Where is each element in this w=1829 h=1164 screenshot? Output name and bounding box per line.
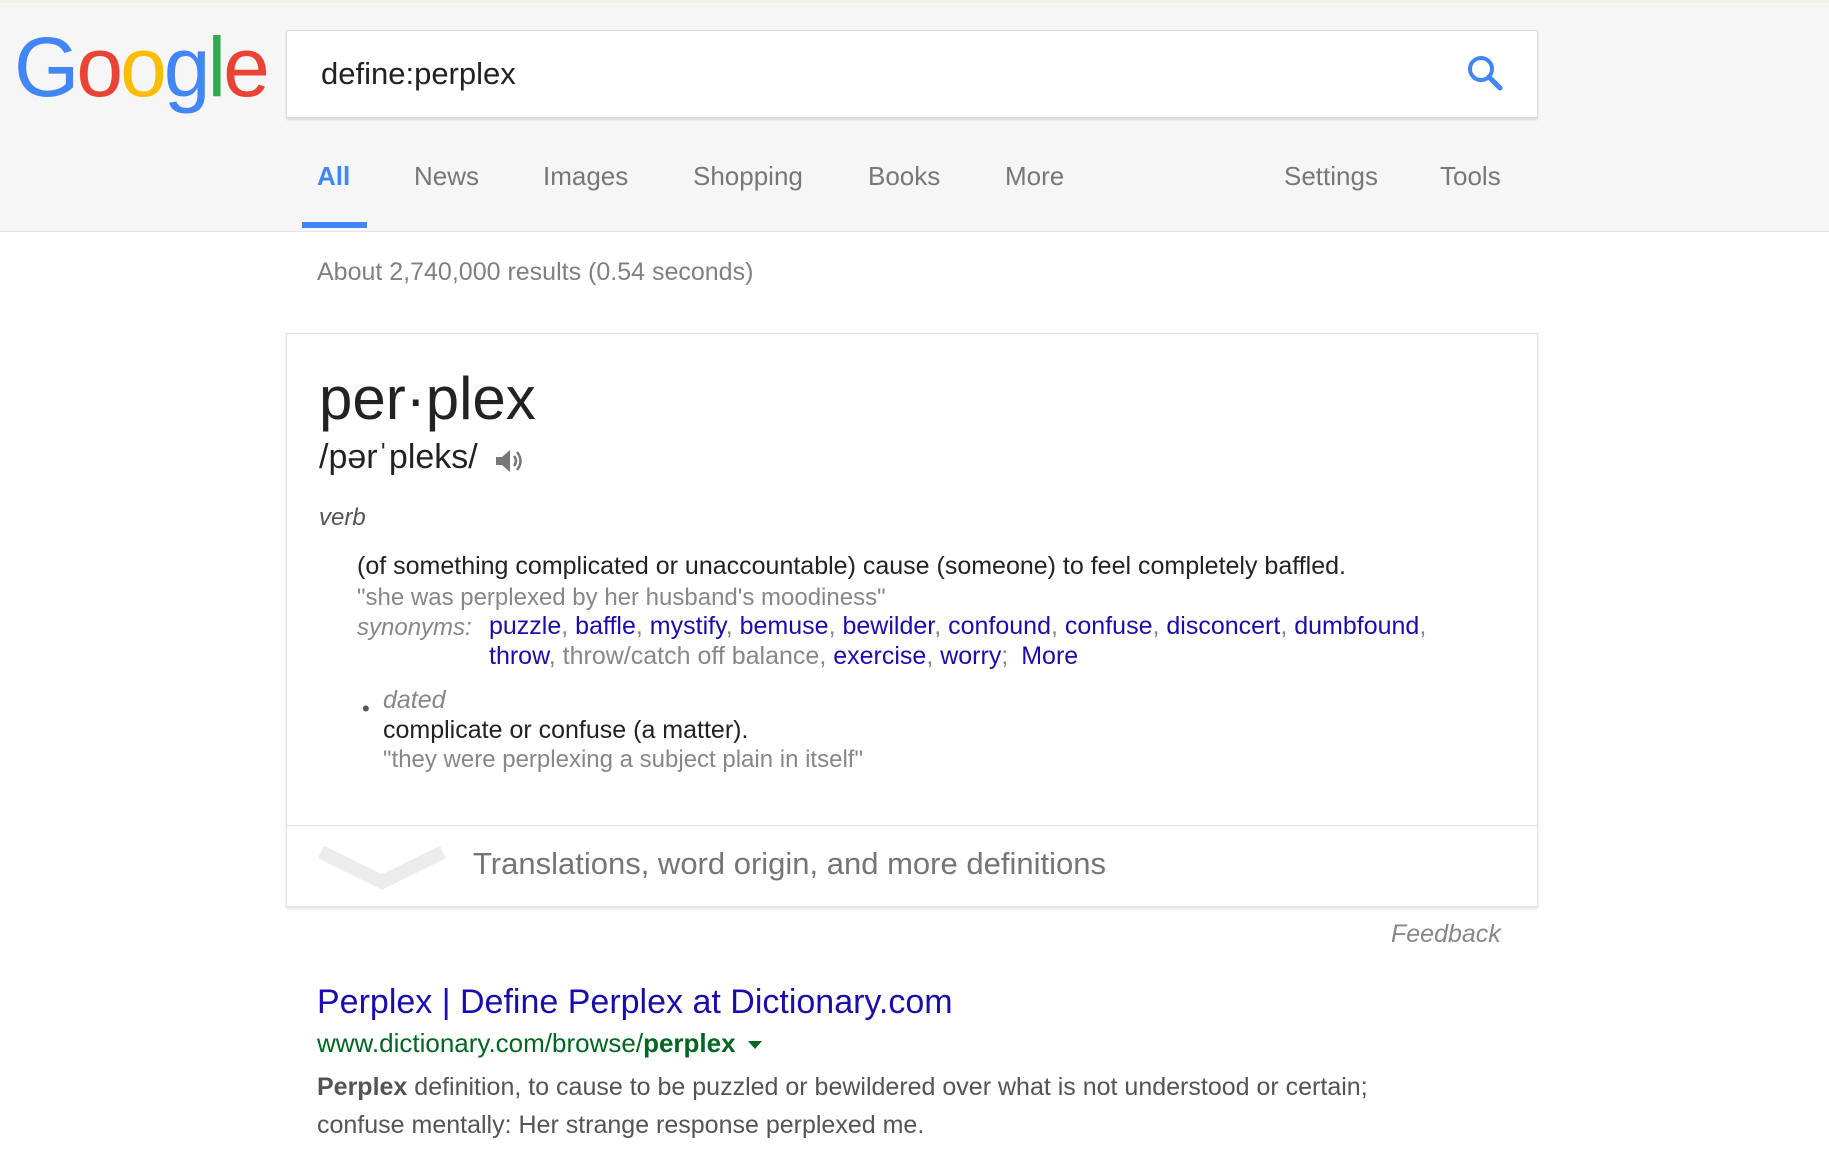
synonym-link[interactable]: throw	[489, 642, 549, 670]
result-snippet-line-1: Perplex definition, to cause to be puzzl…	[317, 1073, 1368, 1102]
definition-1: (of something complicated or unaccountab…	[357, 552, 1346, 580]
synonym-separator: ,	[635, 612, 650, 640]
tab-news[interactable]: News	[414, 161, 479, 192]
result-snippet-line-2: confuse mentally: Her strange response p…	[317, 1111, 925, 1139]
result-url: www.dictionary.com/browse/perplex	[317, 1028, 762, 1059]
more-definitions-label: Translations, word origin, and more defi…	[473, 846, 1106, 881]
synonym-text: throw/catch off balance	[562, 642, 820, 670]
synonym-separator: ,	[934, 612, 949, 640]
example-1: "she was perplexed by her husband's mood…	[357, 584, 886, 611]
example-2: "they were perplexing a subject plain in…	[383, 746, 863, 773]
search-button[interactable]	[1463, 51, 1509, 97]
synonym-separator: ;	[1001, 642, 1016, 670]
synonym-separator: ,	[819, 642, 834, 670]
search-input[interactable]	[319, 49, 1423, 99]
synonym-link[interactable]: confuse	[1065, 612, 1153, 640]
headword: per·plex	[319, 365, 536, 432]
synonyms-line-2: throw, throw/catch off balance, exercise…	[489, 642, 1078, 671]
pronunciation-button[interactable]	[493, 446, 527, 476]
caret-down-icon[interactable]	[747, 1041, 762, 1050]
synonym-link[interactable]: worry	[940, 642, 1001, 670]
synonym-link[interactable]: exercise	[833, 642, 926, 670]
dictionary-card: per·plex /pərˈpleks/ verb (of something …	[286, 333, 1538, 907]
synonym-separator: ,	[548, 642, 563, 670]
synonym-separator: ,	[561, 612, 576, 640]
tab-settings[interactable]: Settings	[1284, 161, 1378, 192]
snippet-keyword: Perplex	[317, 1073, 408, 1101]
speaker-icon	[496, 450, 522, 472]
synonym-separator: ,	[828, 612, 843, 640]
snippet-text: definition, to cause to be puzzled or be…	[407, 1073, 1368, 1101]
synonym-link[interactable]: bemuse	[740, 612, 829, 640]
result-url-bold: perplex	[643, 1028, 736, 1058]
chevron-down-icon	[317, 845, 447, 890]
search-icon	[1468, 56, 1503, 91]
register-label: dated	[383, 686, 446, 714]
synonym-separator: ,	[926, 642, 941, 670]
synonym-separator: ,	[1419, 612, 1427, 640]
synonym-separator: ,	[1051, 612, 1065, 640]
google-logo[interactable]: Google	[14, 25, 270, 109]
synonym-link[interactable]: mystify	[650, 612, 726, 640]
feedback-link[interactable]: Feedback	[1391, 920, 1501, 949]
tab-more[interactable]: More	[1005, 161, 1064, 192]
synonym-link[interactable]: puzzle	[489, 612, 561, 640]
part-of-speech: verb	[319, 504, 366, 531]
header: Google All News Images Shopping Books Mo…	[0, 3, 1829, 232]
tab-tools[interactable]: Tools	[1440, 161, 1501, 192]
definition-2: complicate or confuse (a matter).	[383, 716, 749, 744]
synonyms-label: synonyms:	[357, 614, 472, 641]
more-synonyms-link[interactable]: More	[1021, 642, 1078, 670]
synonym-link[interactable]: confound	[948, 612, 1051, 640]
synonym-separator: ,	[725, 612, 740, 640]
synonyms-line-1: puzzle, baffle, mystify, bemuse, bewilde…	[489, 612, 1426, 641]
result-title-link[interactable]: Perplex | Define Perplex at Dictionary.c…	[317, 983, 953, 1022]
tab-shopping[interactable]: Shopping	[693, 161, 803, 192]
synonym-separator: ,	[1152, 612, 1167, 640]
tab-all[interactable]: All	[317, 161, 350, 192]
tab-images[interactable]: Images	[543, 161, 628, 192]
synonym-separator: ,	[1280, 612, 1295, 640]
result-stats: About 2,740,000 results (0.54 seconds)	[317, 258, 754, 286]
search-box	[286, 30, 1538, 118]
tab-books[interactable]: Books	[868, 161, 940, 192]
active-tab-indicator	[302, 222, 367, 228]
result-url-prefix: www.dictionary.com/browse/	[317, 1028, 644, 1058]
synonym-link[interactable]: disconcert	[1166, 612, 1280, 640]
search-tabs: All News Images Shopping Books More Sett…	[0, 153, 1829, 233]
more-definitions-toggle[interactable]: Translations, word origin, and more defi…	[287, 826, 1537, 906]
synonym-link[interactable]: dumbfound	[1294, 612, 1419, 640]
phonetic: /pərˈpleks/	[319, 438, 478, 476]
synonym-link[interactable]: baffle	[575, 612, 636, 640]
sense-bullet: •	[362, 696, 370, 721]
synonym-link[interactable]: bewilder	[842, 612, 934, 640]
